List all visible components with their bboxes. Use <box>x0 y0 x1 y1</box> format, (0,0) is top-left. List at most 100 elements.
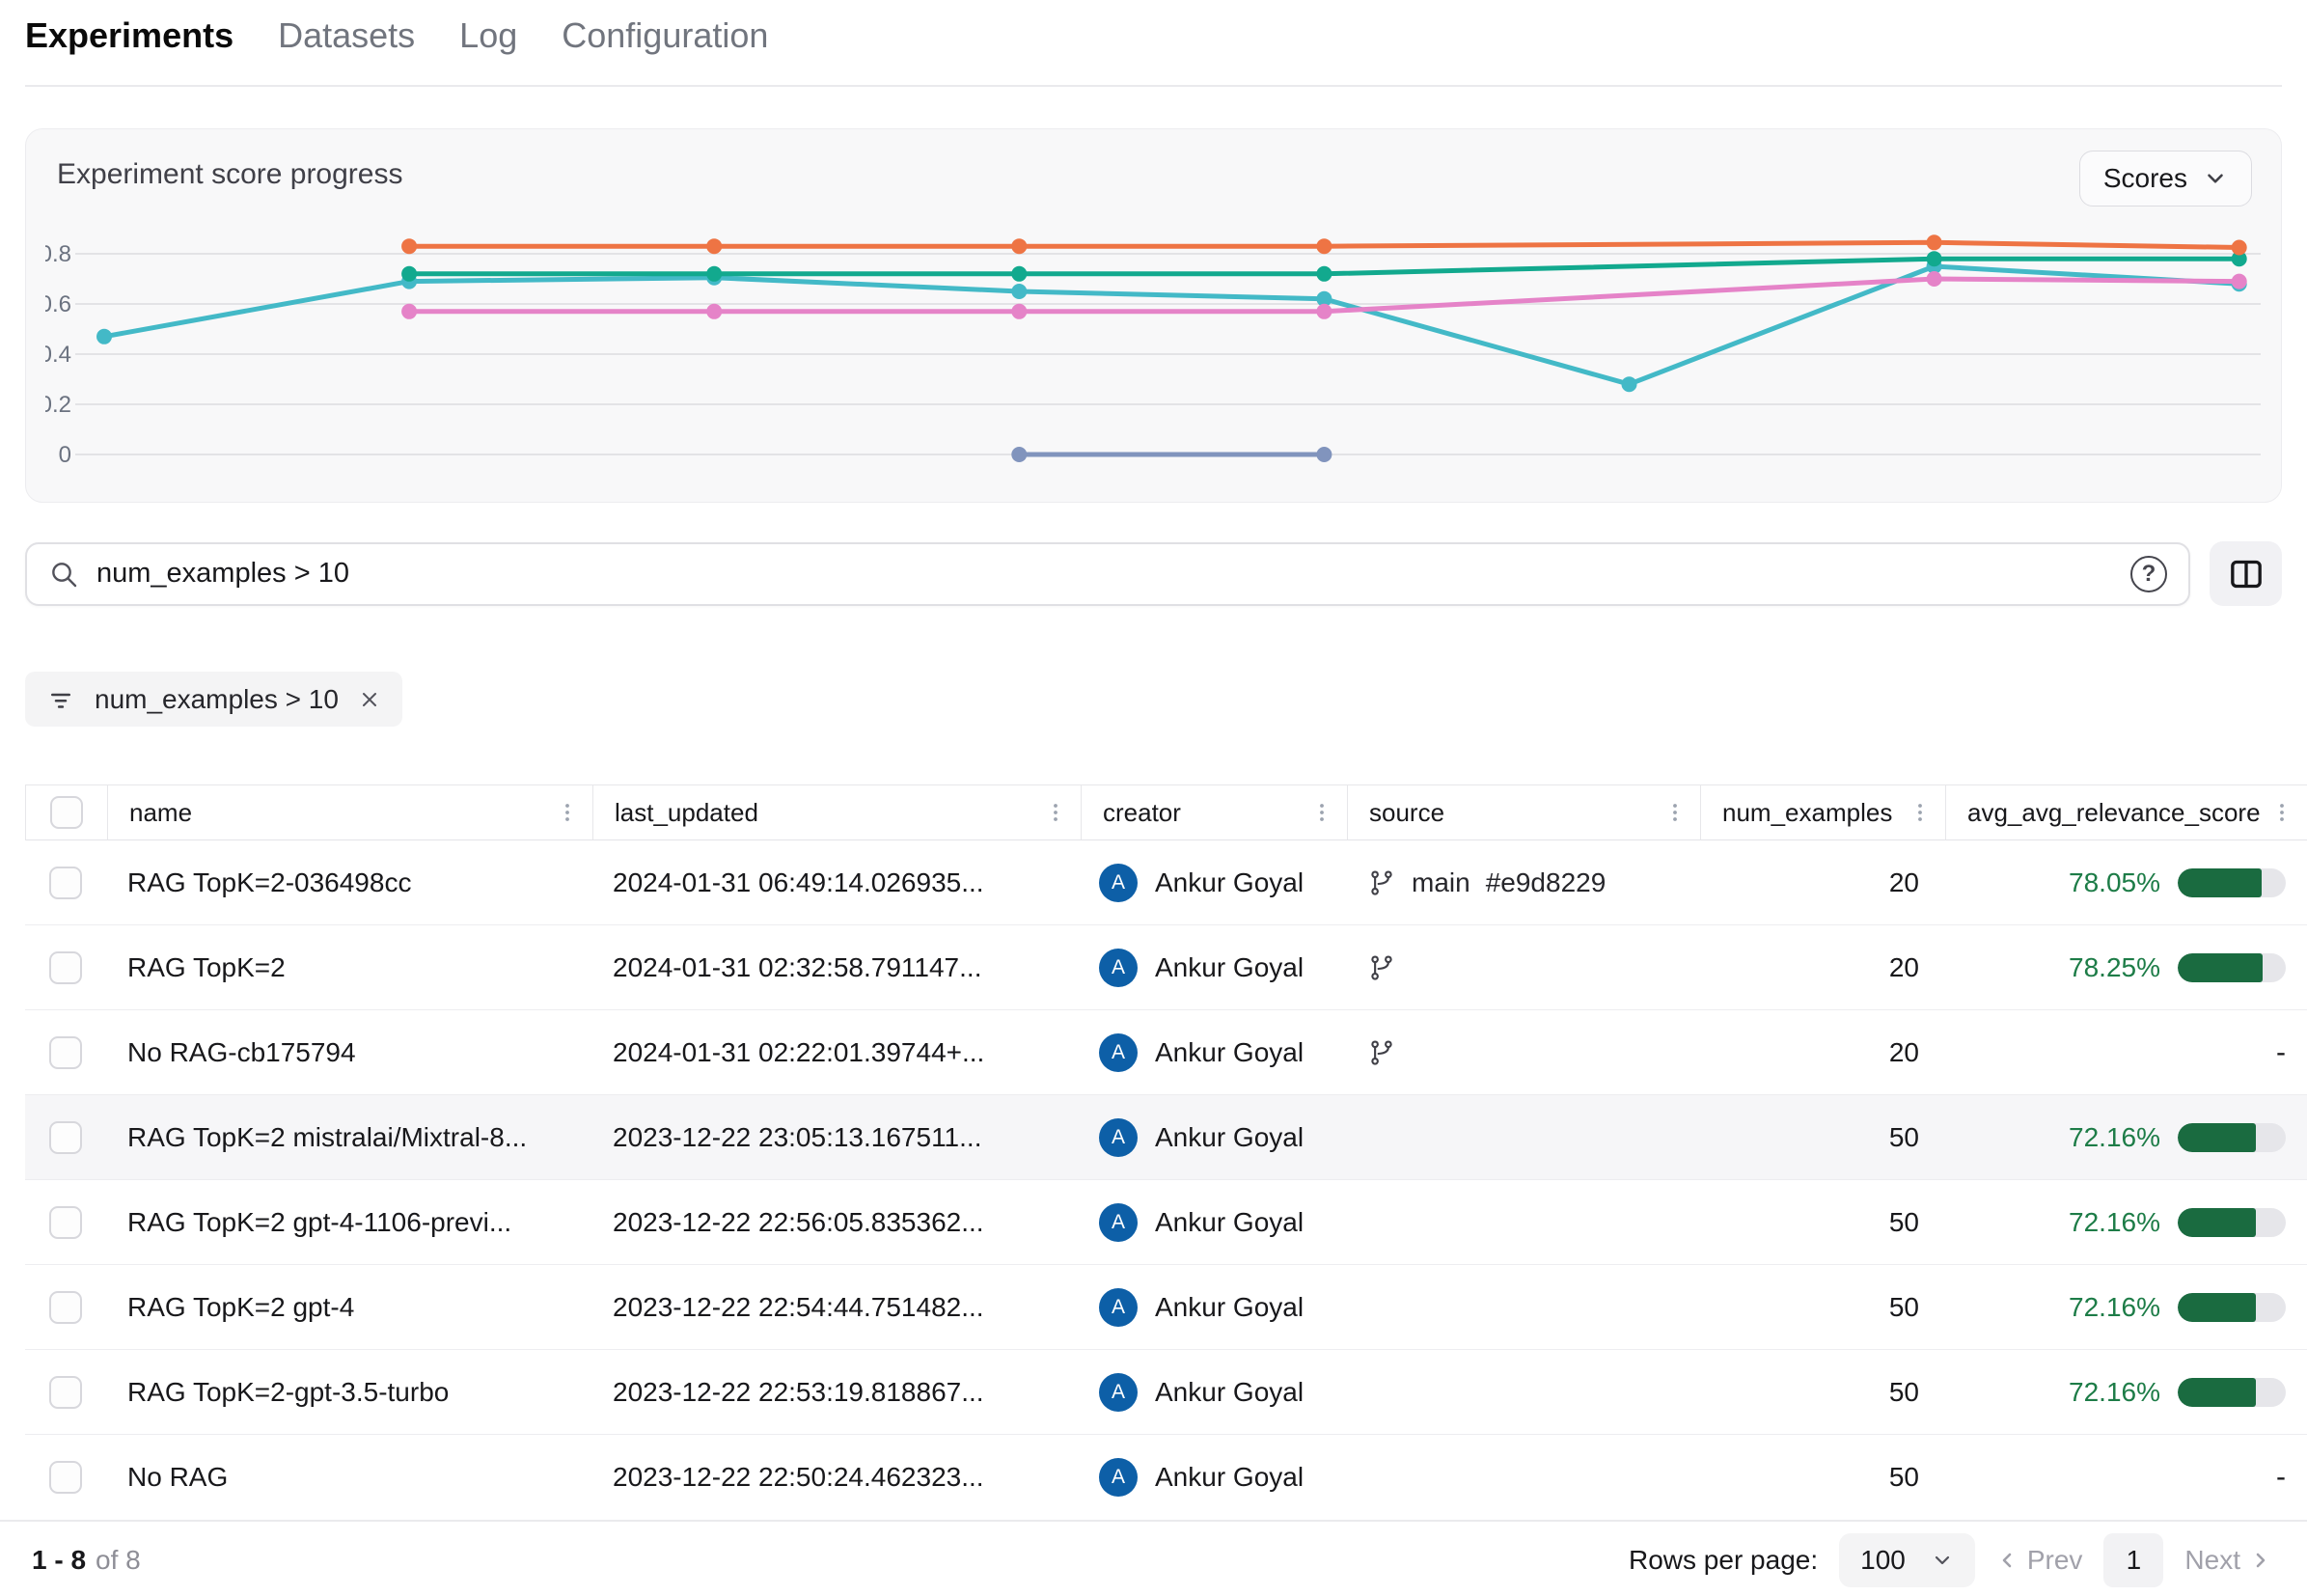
score-cell: 78.05% <box>1944 840 2307 924</box>
header-last-updated[interactable]: last_updated <box>592 785 1081 839</box>
row-checkbox[interactable] <box>49 1461 82 1494</box>
svg-text:0.4: 0.4 <box>45 342 71 368</box>
score-cell: - <box>1944 1435 2307 1520</box>
row-checkbox[interactable] <box>49 951 82 984</box>
avatar: A <box>1099 1373 1138 1412</box>
row-checkbox[interactable] <box>49 1206 82 1239</box>
experiment-name[interactable]: RAG TopK=2 gpt-4 <box>106 1265 591 1349</box>
experiment-name[interactable]: No RAG <box>106 1435 591 1520</box>
next-page-button[interactable]: Next <box>2184 1545 2271 1576</box>
avatar: A <box>1099 864 1138 902</box>
current-page-button[interactable]: 1 <box>2103 1533 2163 1587</box>
score-percent: 72.16% <box>2069 1122 2160 1153</box>
prev-page-button[interactable]: Prev <box>1996 1545 2083 1576</box>
table-row[interactable]: RAG TopK=2 gpt-4-1106-previ... 2023-12-2… <box>25 1180 2307 1265</box>
avatar: A <box>1099 1288 1138 1327</box>
score-wrap: 72.16% <box>2069 1122 2286 1153</box>
columns-toggle-button[interactable] <box>2210 541 2282 606</box>
num-examples-value: 50 <box>1699 1265 1944 1349</box>
row-checkbox[interactable] <box>49 867 82 899</box>
last-updated-value: 2023-12-22 23:05:13.167511... <box>591 1095 1080 1179</box>
experiment-name[interactable]: RAG TopK=2-036498cc <box>106 840 591 924</box>
source-commit: #e9d8229 <box>1486 867 1607 898</box>
row-checkbox-cell <box>25 1010 106 1094</box>
table-row[interactable]: RAG TopK=2 gpt-4 2023-12-22 22:54:44.751… <box>25 1265 2307 1350</box>
row-checkbox[interactable] <box>49 1376 82 1409</box>
search-input[interactable]: num_examples > 10 ? <box>25 542 2190 606</box>
score-bar <box>2178 868 2286 897</box>
source-cell <box>1346 1010 1699 1094</box>
avatar: A <box>1099 1033 1138 1072</box>
score-empty: - <box>2276 1461 2286 1494</box>
experiment-name[interactable]: RAG TopK=2 gpt-4-1106-previ... <box>106 1180 591 1264</box>
score-percent: 72.16% <box>2069 1292 2160 1323</box>
creator-cell: A Ankur Goyal <box>1080 1265 1346 1349</box>
source-cell <box>1346 1180 1699 1264</box>
panel-title: Experiment score progress <box>57 158 402 191</box>
kebab-menu-icon[interactable] <box>1044 801 1067 824</box>
num-examples-value: 50 <box>1699 1435 1944 1520</box>
select-all-checkbox[interactable] <box>50 796 83 829</box>
table-row[interactable]: RAG TopK=2 mistralai/Mixtral-8... 2023-1… <box>25 1095 2307 1180</box>
help-icon[interactable]: ? <box>2130 556 2167 592</box>
kebab-menu-icon[interactable] <box>556 801 579 824</box>
num-examples-value: 20 <box>1699 840 1944 924</box>
svg-text:0: 0 <box>59 442 71 468</box>
chevron-right-icon <box>2248 1549 2271 1572</box>
table-row[interactable]: RAG TopK=2 2024-01-31 02:32:58.791147...… <box>25 925 2307 1010</box>
svg-text:0.2: 0.2 <box>45 392 71 418</box>
page-size-select[interactable]: 100 <box>1839 1533 1975 1587</box>
creator-cell: A Ankur Goyal <box>1080 1180 1346 1264</box>
row-checkbox[interactable] <box>49 1121 82 1154</box>
score-cell: 78.25% <box>1944 925 2307 1009</box>
header-source[interactable]: source <box>1347 785 1700 839</box>
experiment-name[interactable]: RAG TopK=2 <box>106 925 591 1009</box>
git-branch-icon <box>1367 1038 1396 1067</box>
header-creator[interactable]: creator <box>1081 785 1347 839</box>
experiment-name[interactable]: RAG TopK=2-gpt-3.5-turbo <box>106 1350 591 1434</box>
row-checkbox-cell <box>25 1180 106 1264</box>
creator-name: Ankur Goyal <box>1155 1377 1304 1408</box>
kebab-menu-icon[interactable] <box>2270 801 2293 824</box>
num-examples-value: 50 <box>1699 1180 1944 1264</box>
score-bar-fill <box>2178 1208 2256 1237</box>
header-avg-relevance-score[interactable]: avg_avg_relevance_score <box>1945 785 2307 839</box>
source-cell <box>1346 1435 1699 1520</box>
filter-chip[interactable]: num_examples > 10 <box>25 672 402 727</box>
scores-dropdown-label: Scores <box>2103 163 2187 194</box>
table-row[interactable]: RAG TopK=2-gpt-3.5-turbo 2023-12-22 22:5… <box>25 1350 2307 1435</box>
table-row[interactable]: No RAG 2023-12-22 22:50:24.462323... A A… <box>25 1435 2307 1520</box>
tab-datasets[interactable]: Datasets <box>278 15 415 56</box>
row-checkbox-cell <box>25 1435 106 1520</box>
header-name[interactable]: name <box>107 785 592 839</box>
kebab-menu-icon[interactable] <box>1663 801 1687 824</box>
scores-dropdown-button[interactable]: Scores <box>2079 151 2252 206</box>
source-cell: main #e9d8229 <box>1346 840 1699 924</box>
header-creator-label: creator <box>1103 798 1181 828</box>
close-icon[interactable] <box>358 688 381 711</box>
experiments-table: name last_updated creator source num_exa… <box>25 784 2307 1520</box>
row-checkbox[interactable] <box>49 1036 82 1069</box>
kebab-menu-icon[interactable] <box>1310 801 1333 824</box>
score-bar-fill <box>2178 1123 2256 1152</box>
last-updated-value: 2023-12-22 22:50:24.462323... <box>591 1435 1080 1520</box>
source-cell <box>1346 1265 1699 1349</box>
header-num-examples[interactable]: num_examples <box>1700 785 1945 839</box>
tab-configuration[interactable]: Configuration <box>562 15 768 56</box>
source-branch: main <box>1412 867 1470 898</box>
experiment-name[interactable]: No RAG-cb175794 <box>106 1010 591 1094</box>
creator-cell: A Ankur Goyal <box>1080 1435 1346 1520</box>
creator-cell: A Ankur Goyal <box>1080 840 1346 924</box>
score-wrap: 72.16% <box>2069 1207 2286 1238</box>
tab-experiments[interactable]: Experiments <box>25 15 233 56</box>
kebab-menu-icon[interactable] <box>1909 801 1932 824</box>
score-cell: 72.16% <box>1944 1265 2307 1349</box>
tab-log[interactable]: Log <box>459 15 517 56</box>
table-row[interactable]: RAG TopK=2-036498cc 2024-01-31 06:49:14.… <box>25 840 2307 925</box>
row-checkbox[interactable] <box>49 1291 82 1324</box>
table-footer: 1 - 8 of 8 Rows per page: 100 Prev 1 Nex… <box>0 1520 2307 1596</box>
source-cell <box>1346 1350 1699 1434</box>
page-size-value: 100 <box>1860 1545 1906 1576</box>
table-row[interactable]: No RAG-cb175794 2024-01-31 02:22:01.3974… <box>25 1010 2307 1095</box>
experiment-name[interactable]: RAG TopK=2 mistralai/Mixtral-8... <box>106 1095 591 1179</box>
